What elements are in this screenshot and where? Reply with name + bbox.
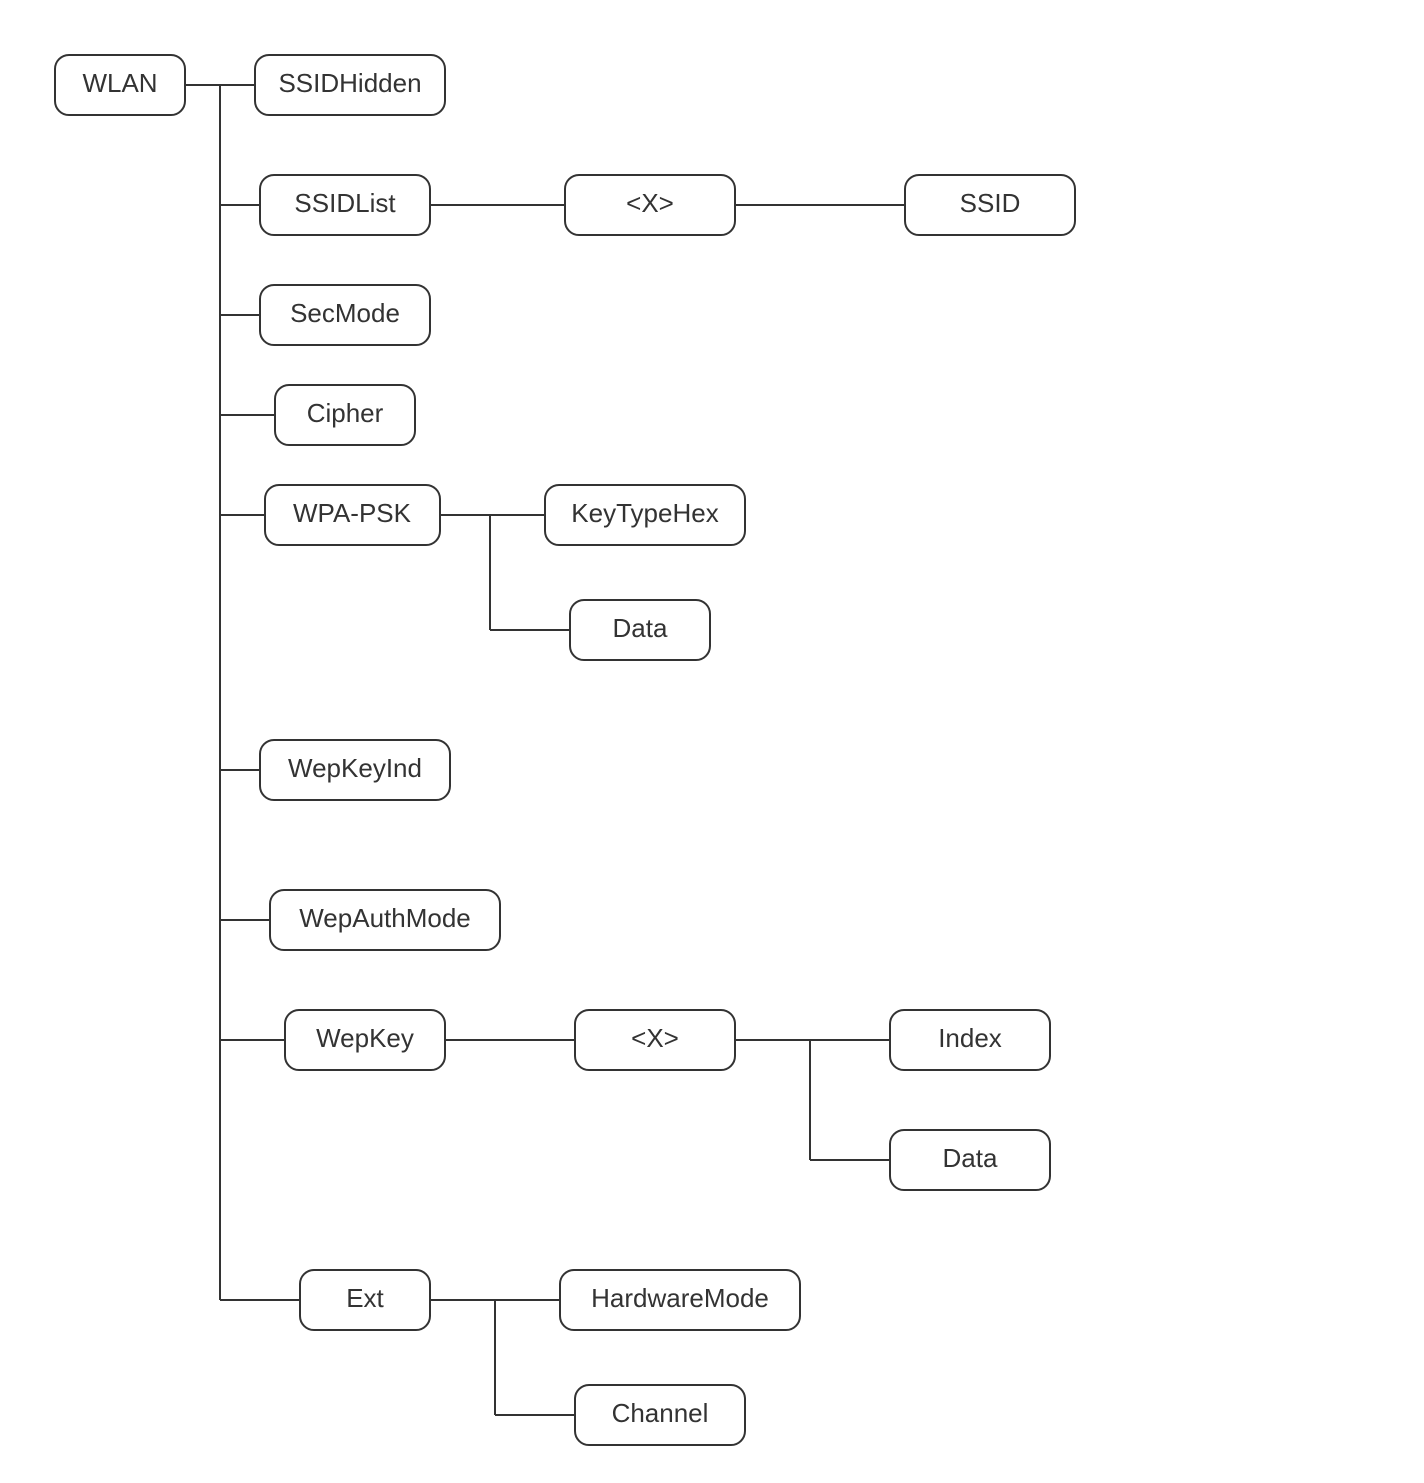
- label-channel: Channel: [612, 1398, 709, 1428]
- node-ssidlist: SSIDList: [260, 175, 430, 235]
- label-cipher: Cipher: [307, 398, 384, 428]
- node-index: Index: [890, 1010, 1050, 1070]
- label-wepauthmode: WepAuthMode: [299, 903, 471, 933]
- label-index: Index: [938, 1023, 1002, 1053]
- node-wpapsk-data: Data: [570, 600, 710, 660]
- label-wepkey: WepKey: [316, 1023, 414, 1053]
- node-wepkey: WepKey: [285, 1010, 445, 1070]
- node-ssidhidden: SSIDHidden: [255, 55, 445, 115]
- node-wepkey-x: <X>: [575, 1010, 735, 1070]
- label-wpapsk-data: Data: [613, 613, 668, 643]
- node-wpapsk: WPA-PSK: [265, 485, 440, 545]
- label-ssid: SSID: [960, 188, 1021, 218]
- label-wlan: WLAN: [82, 68, 157, 98]
- label-wepkey-x: <X>: [631, 1023, 679, 1053]
- label-secmode: SecMode: [290, 298, 400, 328]
- label-ssidhidden: SSIDHidden: [278, 68, 421, 98]
- node-secmode: SecMode: [260, 285, 430, 345]
- label-wepkey-data: Data: [943, 1143, 998, 1173]
- node-hardwaremode: HardwareMode: [560, 1270, 800, 1330]
- label-ext: Ext: [346, 1283, 384, 1313]
- node-wepkeyind: WepKeyInd: [260, 740, 450, 800]
- label-keytypehex: KeyTypeHex: [571, 498, 718, 528]
- node-cipher: Cipher: [275, 385, 415, 445]
- node-wepkey-data: Data: [890, 1130, 1050, 1190]
- label-ssidlist-x: <X>: [626, 188, 674, 218]
- wlan-tree-diagram: WLAN SSIDHidden SSIDList <X> SSID SecMod…: [0, 0, 1424, 1483]
- label-hardwaremode: HardwareMode: [591, 1283, 769, 1313]
- label-wepkeyind: WepKeyInd: [288, 753, 422, 783]
- label-wpapsk: WPA-PSK: [293, 498, 412, 528]
- node-wepauthmode: WepAuthMode: [270, 890, 500, 950]
- node-ssidlist-x: <X>: [565, 175, 735, 235]
- label-ssidlist: SSIDList: [294, 188, 396, 218]
- node-keytypehex: KeyTypeHex: [545, 485, 745, 545]
- node-ext: Ext: [300, 1270, 430, 1330]
- node-channel: Channel: [575, 1385, 745, 1445]
- node-wlan: WLAN: [55, 55, 185, 115]
- node-ssid: SSID: [905, 175, 1075, 235]
